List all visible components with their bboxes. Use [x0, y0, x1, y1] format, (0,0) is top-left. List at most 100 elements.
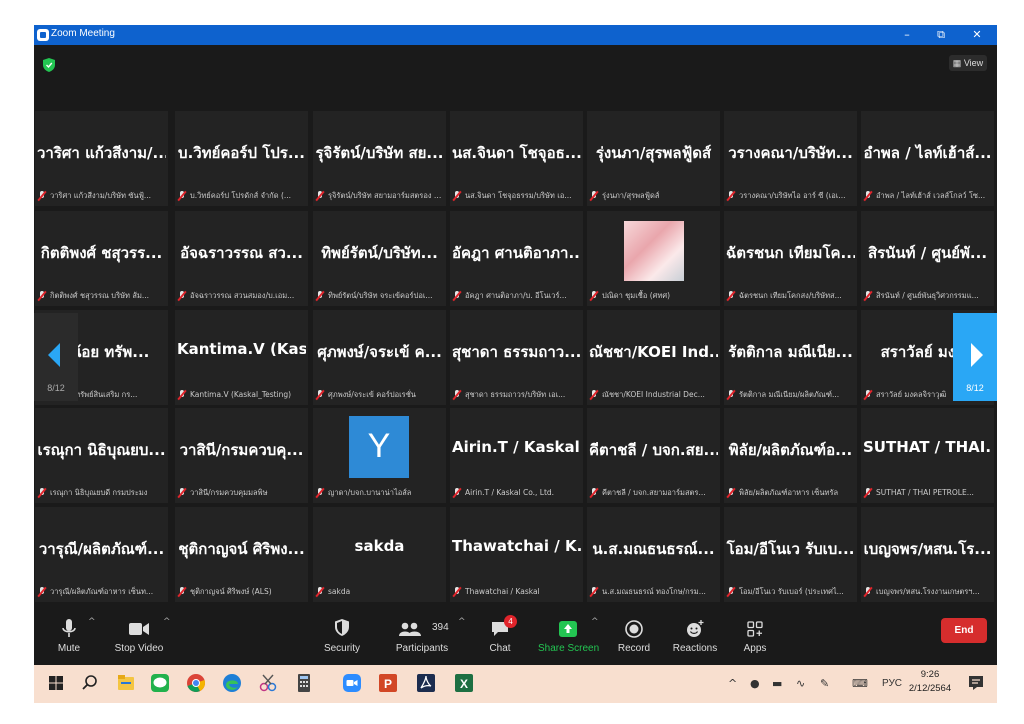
- participant-tile[interactable]: พิลัย/ผลิตภัณฑ์อ... พิลัย/ผลิตภัณฑ์อาหาร …: [724, 408, 857, 503]
- record-button[interactable]: Record: [616, 615, 652, 661]
- participant-tile[interactable]: Y ญาดา/บจก.บานาน่าไอส์ล: [313, 408, 446, 503]
- participant-tile[interactable]: กิตติพงศ์ ชสุวรร... กิตติพงศ์ ชสุวรรณ บริ…: [35, 211, 168, 306]
- search-icon[interactable]: [78, 671, 102, 695]
- participant-tile[interactable]: สิรนันท์ / ศูนย์พั... สิรนันท์ / ศูนย์พัน…: [861, 211, 994, 306]
- muted-mic-icon: [863, 389, 873, 400]
- participant-tile[interactable]: เรณุกา นิธิบุณยบ... เรณุกา นิธิบุณยบดี กร…: [35, 408, 168, 503]
- maximize-button[interactable]: ⧉: [931, 27, 951, 43]
- participant-tile[interactable]: sakda sakda: [313, 507, 446, 602]
- stop-video-button[interactable]: Stop Video: [114, 615, 164, 661]
- participant-tile[interactable]: รัตติกาล มณีเนีย... รัตติกาล มณีเนียม/ผลิ…: [724, 310, 857, 405]
- show-hidden-icons-caret-icon[interactable]: ^: [728, 677, 737, 690]
- video-options-caret-icon[interactable]: ^: [163, 617, 171, 627]
- notifications-icon[interactable]: [964, 671, 988, 695]
- participant-tile[interactable]: วรางคณา/บริษัท... วรางคณา/บริษัทไอ อาร์ ซ…: [724, 111, 857, 206]
- participant-name-label: สิรนันท์ / ศูนย์พันธุวิศวกรรมแ...: [863, 289, 992, 302]
- pen-tray-icon[interactable]: ✎: [820, 677, 829, 690]
- record-label: Record: [617, 643, 651, 654]
- apps-button[interactable]: Apps: [738, 615, 772, 661]
- windows-start-icon[interactable]: [44, 671, 68, 695]
- participant-tile[interactable]: อัจฉราวรรณ สว... อัจฉราวรรณ สวนสมอง/บ.เอม…: [175, 211, 308, 306]
- view-button[interactable]: ▦ View: [949, 55, 987, 71]
- participant-tile[interactable]: บ.วิทย์คอร์ป โปร... บ.วิทย์คอร์ป โปรดักส์…: [175, 111, 308, 206]
- minimize-button[interactable]: –: [897, 27, 917, 43]
- participant-tile[interactable]: น.ส.มณธนธรณ์... น.ส.มณธนธรณ์ ทองโกษ/กรม..…: [587, 507, 720, 602]
- participant-tile[interactable]: เบญจพร/หสน.โร... เบญจพร/หสน.โรงงานเกษตรฯ.…: [861, 507, 994, 602]
- participant-tile[interactable]: ฉัตรชนก เทียมโค... ฉัตรชนก เทียมโคกสง/บริ…: [724, 211, 857, 306]
- taskbar-clock[interactable]: 9:26 2/12/2564: [902, 668, 958, 696]
- participant-tile[interactable]: นส.จินดา โชจุอธ... นส.จินดา โชจุอธรรม/บริ…: [450, 111, 583, 206]
- muted-mic-icon: [37, 487, 47, 498]
- participant-full-name: น.ส.มณธนธรณ์ ทองโกษ/กรม...: [602, 586, 706, 596]
- participant-display-name: อัคฎา ศานติอาภา...: [452, 244, 581, 262]
- participant-tile[interactable]: อัคฎา ศานติอาภา... อัคฎา ศานติอาภา/บ. อีโ…: [450, 211, 583, 306]
- participant-tile[interactable]: รุจิรัตน์/บริษัท สย... รุจิรัตน์/บริษัท ส…: [313, 111, 446, 206]
- participants-button[interactable]: 394 Participants: [394, 615, 450, 661]
- participant-tile[interactable]: วาสินี/กรมควบคุ... วาสินี/กรมควบคุมมลพิษ: [175, 408, 308, 503]
- participant-display-name: Airin.T / Kaskal...: [452, 438, 581, 456]
- participant-name-label: วาริศา แก้วสีงาม/บริษัท ซันฟู้...: [37, 189, 166, 202]
- reactions-button[interactable]: Reactions: [670, 615, 720, 661]
- participant-tile[interactable]: วารุณี/ผลิตภัณฑ์... วารุณี/ผลิตภัณฑ์อาหาร…: [35, 507, 168, 602]
- window-title: Zoom Meeting: [51, 28, 115, 39]
- muted-mic-icon: [589, 586, 599, 597]
- participant-tile[interactable]: ปณิดา ชุมเชื้อ (ศทศ): [587, 211, 720, 306]
- audio-options-caret-icon[interactable]: ^: [88, 617, 96, 627]
- acrobat-icon[interactable]: [414, 671, 438, 695]
- encryption-shield-icon[interactable]: [43, 58, 55, 72]
- participant-tile[interactable]: วาริศา แก้วสีงาม/... วาริศา แก้วสีงาม/บริ…: [35, 111, 168, 206]
- participant-name-label: โอม/อีโนเว รับเบอร์ (ประเทศไ...: [726, 585, 855, 598]
- wifi-tray-icon[interactable]: ∿: [796, 677, 805, 690]
- calculator-icon[interactable]: [292, 671, 316, 695]
- participant-tile[interactable]: Kantima.V (Kas... Kantima.V (Kaskal_Testi…: [175, 310, 308, 405]
- share-options-caret-icon[interactable]: ^: [591, 617, 599, 627]
- participant-tile[interactable]: ชุติกาญจน์ ศิริพง... ชุติกาญจน์ ศิริพงษ์ …: [175, 507, 308, 602]
- participant-tile[interactable]: Thawatchai / K... Thawatchai / Kaskal: [450, 507, 583, 602]
- snipping-tool-icon[interactable]: [256, 671, 280, 695]
- participant-tile[interactable]: SUTHAT / THAI... SUTHAT / THAI PETROLE...: [861, 408, 994, 503]
- chat-button[interactable]: 4 Chat: [482, 615, 518, 661]
- muted-mic-icon: [315, 290, 325, 301]
- participant-tile[interactable]: อำพล / ไลท์เฮ้าส์... อำพล / ไลท์เฮ้าส์ เว…: [861, 111, 994, 206]
- muted-mic-icon: [726, 389, 736, 400]
- chrome-icon[interactable]: [184, 671, 208, 695]
- participant-name-label: Thawatchai / Kaskal: [452, 585, 581, 598]
- page-indicator-left: 8/12: [47, 383, 65, 393]
- keyboard-tray-icon[interactable]: ⌨: [852, 677, 868, 690]
- file-explorer-icon[interactable]: [114, 671, 138, 695]
- line-app-icon[interactable]: [148, 671, 172, 695]
- participant-tile[interactable]: Airin.T / Kaskal... Airin.T / Kaskal Co.,…: [450, 408, 583, 503]
- edge-icon[interactable]: [220, 671, 244, 695]
- share-screen-button[interactable]: Share Screen: [538, 615, 599, 661]
- muted-mic-icon: [726, 190, 736, 201]
- zoom-taskbar-icon[interactable]: [340, 671, 364, 695]
- participant-tile[interactable]: สุชาดา ธรรมถาว... สุชาดา ธรรมถาวร/บริษัท …: [450, 310, 583, 405]
- participant-name-label: อัจฉราวรรณ สวนสมอง/บ.เอม...: [177, 289, 306, 302]
- participant-tile[interactable]: ทิพย์รัตน์/บริษัท... ทิพย์รัตน์/บริษัท จร…: [313, 211, 446, 306]
- participant-tile[interactable]: ศุภพงษ์/จระเข้ ค... ศุภพงษ์/จระเข้ คอร์ปอ…: [313, 310, 446, 405]
- participant-name-label: เรณุกา นิธิบุณยบดี กรมประมง: [37, 486, 166, 499]
- close-button[interactable]: ✕: [967, 27, 987, 43]
- powerpoint-icon[interactable]: P: [376, 671, 400, 695]
- participant-full-name: คีตาชลี / บจก.สยามอาร์มสตร...: [602, 487, 706, 497]
- windows-taskbar: P X ^ ● ▬ ∿ ✎ ⌨ РУС 9:26 2/12/2564: [34, 665, 997, 703]
- microphone-tray-icon[interactable]: ●: [750, 677, 760, 690]
- participants-options-caret-icon[interactable]: ^: [458, 617, 466, 627]
- next-page-button[interactable]: 8/12: [953, 313, 997, 401]
- language-indicator[interactable]: РУС: [882, 678, 902, 689]
- security-button[interactable]: Security: [322, 615, 362, 661]
- network-tray-icon[interactable]: ▬: [772, 677, 782, 690]
- participant-display-name: อำพล / ไลท์เฮ้าส์...: [863, 144, 992, 162]
- mute-button[interactable]: Mute: [52, 615, 86, 661]
- muted-mic-icon: [726, 290, 736, 301]
- muted-mic-icon: [37, 290, 47, 301]
- participant-full-name: รุ่งนภา/สุรพลฟู้ดส์: [602, 190, 660, 200]
- participant-tile[interactable]: คีตาชลี / บจก.สย... คีตาชลี / บจก.สยามอาร…: [587, 408, 720, 503]
- participant-tile[interactable]: ณัชชา/KOEI Ind... ณัชชา/KOEI Industrial D…: [587, 310, 720, 405]
- end-meeting-button[interactable]: End: [941, 618, 987, 643]
- muted-mic-icon: [863, 487, 873, 498]
- previous-page-button[interactable]: 8/12: [34, 313, 78, 401]
- excel-icon[interactable]: X: [452, 671, 476, 695]
- participant-tile[interactable]: โอม/อีโนเว รับเบ... โอม/อีโนเว รับเบอร์ (…: [724, 507, 857, 602]
- participant-tile[interactable]: รุ่งนภา/สุรพลฟู้ดส์ รุ่งนภา/สุรพลฟู้ดส์: [587, 111, 720, 206]
